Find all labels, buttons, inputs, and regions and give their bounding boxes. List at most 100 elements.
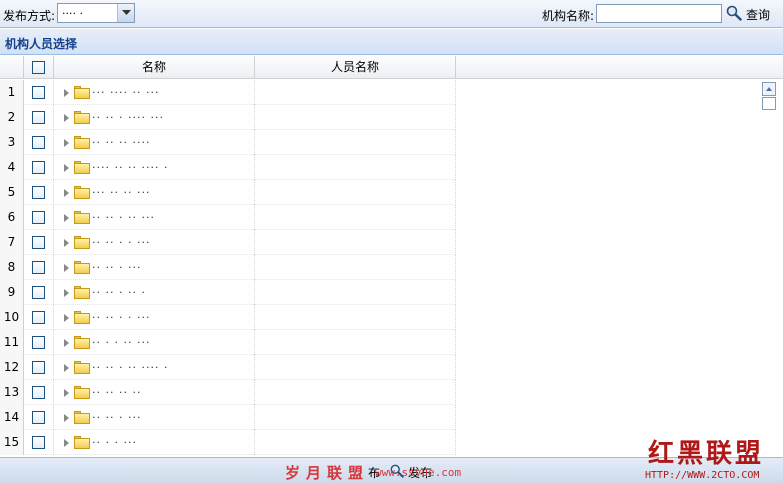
row-checkbox-cell bbox=[24, 105, 54, 130]
expand-arrow-icon[interactable] bbox=[64, 114, 69, 122]
expand-arrow-icon[interactable] bbox=[64, 139, 69, 147]
person-name-cell[interactable] bbox=[255, 230, 456, 255]
name-cell[interactable]: ·· ·· · ·· ··· bbox=[54, 205, 255, 230]
row-checkbox[interactable] bbox=[32, 436, 45, 449]
org-name-text: ··· ···· ·· ··· bbox=[92, 86, 160, 99]
person-name-cell[interactable] bbox=[255, 80, 456, 105]
name-cell[interactable]: ···· ·· ·· ···· · bbox=[54, 155, 255, 180]
person-name-cell[interactable] bbox=[255, 130, 456, 155]
watermark-left-text: 岁月联盟 bbox=[285, 464, 370, 482]
select-all-checkbox[interactable] bbox=[32, 61, 45, 74]
name-cell[interactable]: ·· ·· · ··· bbox=[54, 255, 255, 280]
row-number: 2 bbox=[0, 105, 24, 130]
table-row[interactable]: 10 ·· ·· · · ··· bbox=[0, 305, 456, 330]
scroll-box[interactable] bbox=[762, 97, 776, 110]
expand-arrow-icon[interactable] bbox=[64, 264, 69, 272]
row-checkbox[interactable] bbox=[32, 211, 45, 224]
table-row[interactable]: 6 ·· ·· · ·· ··· bbox=[0, 205, 456, 230]
name-cell[interactable]: ·· ·· · ·· ···· · bbox=[54, 355, 255, 380]
person-name-cell[interactable] bbox=[255, 280, 456, 305]
chevron-down-icon[interactable] bbox=[117, 4, 134, 22]
expand-arrow-icon[interactable] bbox=[64, 189, 69, 197]
person-name-cell[interactable] bbox=[255, 105, 456, 130]
person-name-cell[interactable] bbox=[255, 405, 456, 430]
scroll-up-button[interactable] bbox=[762, 82, 776, 96]
table-row[interactable]: 11 ·· · · ·· ··· bbox=[0, 330, 456, 355]
row-checkbox[interactable] bbox=[32, 161, 45, 174]
row-checkbox-cell bbox=[24, 180, 54, 205]
row-checkbox[interactable] bbox=[32, 111, 45, 124]
row-number: 9 bbox=[0, 280, 24, 305]
row-checkbox[interactable] bbox=[32, 236, 45, 249]
name-cell[interactable]: ·· ·· · ··· bbox=[54, 405, 255, 430]
name-cell[interactable]: ·· · · ··· bbox=[54, 430, 255, 455]
expand-arrow-icon[interactable] bbox=[64, 214, 69, 222]
table-row[interactable]: 12 ·· ·· · ·· ···· · bbox=[0, 355, 456, 380]
column-header-person[interactable]: 人员名称 bbox=[255, 56, 456, 79]
row-checkbox[interactable] bbox=[32, 86, 45, 99]
publish-mode-select[interactable]: ···· · bbox=[57, 3, 135, 23]
folder-icon bbox=[74, 411, 90, 424]
row-checkbox[interactable] bbox=[32, 386, 45, 399]
person-name-cell[interactable] bbox=[255, 180, 456, 205]
person-name-cell[interactable] bbox=[255, 205, 456, 230]
row-checkbox[interactable] bbox=[32, 411, 45, 424]
name-cell[interactable]: ·· ·· ·· ···· bbox=[54, 130, 255, 155]
row-checkbox[interactable] bbox=[32, 361, 45, 374]
person-name-cell[interactable] bbox=[255, 355, 456, 380]
expand-arrow-icon[interactable] bbox=[64, 289, 69, 297]
person-name-cell[interactable] bbox=[255, 255, 456, 280]
row-checkbox-cell bbox=[24, 305, 54, 330]
name-cell[interactable]: ·· ·· · ···· ··· bbox=[54, 105, 255, 130]
row-checkbox-cell bbox=[24, 405, 54, 430]
publish-mode-label: 发布方式: bbox=[3, 9, 56, 23]
person-name-cell[interactable] bbox=[255, 430, 456, 455]
table-row[interactable]: 4 ···· ·· ·· ···· · bbox=[0, 155, 456, 180]
person-name-cell[interactable] bbox=[255, 380, 456, 405]
org-name-text: ·· ·· · · ··· bbox=[92, 236, 151, 249]
person-name-cell[interactable] bbox=[255, 330, 456, 355]
table-row[interactable]: 15 ·· · · ··· bbox=[0, 430, 456, 455]
name-cell[interactable]: ·· ·· · ·· · bbox=[54, 280, 255, 305]
table-row[interactable]: 8 ·· ·· · ··· bbox=[0, 255, 456, 280]
name-cell[interactable]: ··· ·· ·· ··· bbox=[54, 180, 255, 205]
row-checkbox-cell bbox=[24, 130, 54, 155]
table-row[interactable]: 3 ·· ·· ·· ···· bbox=[0, 130, 456, 155]
row-checkbox[interactable] bbox=[32, 311, 45, 324]
expand-arrow-icon[interactable] bbox=[64, 164, 69, 172]
person-name-cell[interactable] bbox=[255, 305, 456, 330]
expand-arrow-icon[interactable] bbox=[64, 314, 69, 322]
name-cell[interactable]: ·· ·· · · ··· bbox=[54, 305, 255, 330]
expand-arrow-icon[interactable] bbox=[64, 364, 69, 372]
table-row[interactable]: 1 ··· ···· ·· ··· bbox=[0, 80, 456, 105]
table-row[interactable]: 14 ·· ·· · ··· bbox=[0, 405, 456, 430]
expand-arrow-icon[interactable] bbox=[64, 414, 69, 422]
org-name-input[interactable] bbox=[596, 4, 722, 23]
row-number: 10 bbox=[0, 305, 24, 330]
table-row[interactable]: 5 ··· ·· ·· ··· bbox=[0, 180, 456, 205]
row-checkbox[interactable] bbox=[32, 261, 45, 274]
name-cell[interactable]: ·· ·· ·· ·· bbox=[54, 380, 255, 405]
search-label: 查询 bbox=[746, 7, 771, 22]
table-row[interactable]: 2 ·· ·· · ···· ··· bbox=[0, 105, 456, 130]
name-cell[interactable]: ··· ···· ·· ··· bbox=[54, 80, 255, 105]
expand-arrow-icon[interactable] bbox=[64, 89, 69, 97]
row-checkbox[interactable] bbox=[32, 136, 45, 149]
name-cell[interactable]: ·· ·· · · ··· bbox=[54, 230, 255, 255]
row-checkbox[interactable] bbox=[32, 186, 45, 199]
expand-arrow-icon[interactable] bbox=[64, 389, 69, 397]
row-checkbox[interactable] bbox=[32, 336, 45, 349]
row-number: 3 bbox=[0, 130, 24, 155]
name-cell[interactable]: ·· · · ·· ··· bbox=[54, 330, 255, 355]
search-button[interactable]: 查询 bbox=[726, 4, 770, 24]
folder-icon bbox=[74, 286, 90, 299]
table-row[interactable]: 13 ·· ·· ·· ·· bbox=[0, 380, 456, 405]
expand-arrow-icon[interactable] bbox=[64, 239, 69, 247]
expand-arrow-icon[interactable] bbox=[64, 439, 69, 447]
column-header-name[interactable]: 名称 bbox=[54, 56, 255, 79]
table-row[interactable]: 7 ·· ·· · · ··· bbox=[0, 230, 456, 255]
person-name-cell[interactable] bbox=[255, 155, 456, 180]
table-row[interactable]: 9 ·· ·· · ·· · bbox=[0, 280, 456, 305]
expand-arrow-icon[interactable] bbox=[64, 339, 69, 347]
row-checkbox[interactable] bbox=[32, 286, 45, 299]
